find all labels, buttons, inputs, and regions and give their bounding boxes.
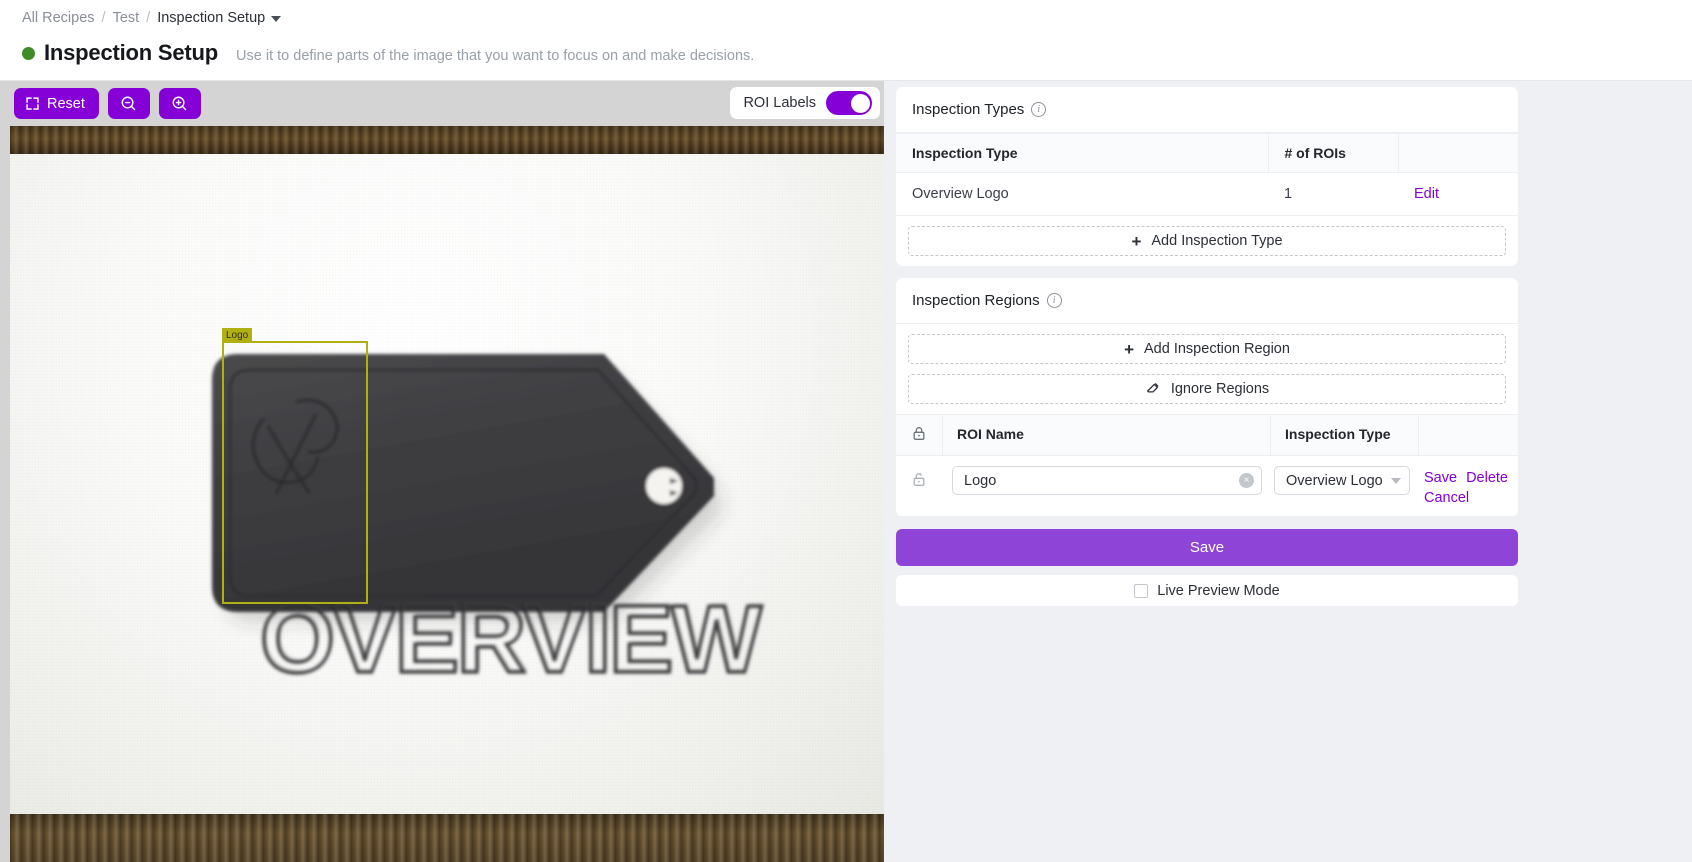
save-button[interactable]: Save bbox=[896, 529, 1518, 566]
roi-save-link[interactable]: Save bbox=[1424, 470, 1457, 486]
page-header: All Recipes / Test / Inspection Setup In… bbox=[0, 0, 1692, 81]
cell-inspection-type: Overview Logo bbox=[896, 173, 1268, 216]
cell-num-rois: 1 bbox=[1268, 173, 1398, 216]
roi-delete-link[interactable]: Delete bbox=[1466, 470, 1508, 486]
page-title-row: Inspection Setup Use it to define parts … bbox=[0, 26, 1692, 66]
roi-type-select-wrap: Overview Logo bbox=[1274, 466, 1410, 495]
live-preview-mode-toggle[interactable]: Live Preview Mode bbox=[896, 575, 1518, 606]
add-inspection-region-label: Add Inspection Region bbox=[1144, 341, 1290, 357]
cell-actions: Edit bbox=[1398, 173, 1518, 216]
image-viewer: Reset bbox=[0, 81, 884, 862]
add-inspection-type-button[interactable]: + Add Inspection Type bbox=[908, 226, 1506, 256]
lock-icon bbox=[912, 426, 926, 444]
column-header-roi-inspection-type: Inspection Type bbox=[1270, 415, 1418, 455]
roi-table-header: ROI Name Inspection Type bbox=[896, 414, 1518, 456]
info-icon[interactable]: i bbox=[1047, 293, 1062, 308]
inspection-types-header: Inspection Types i bbox=[896, 87, 1518, 133]
breadcrumb-item-inspection-setup[interactable]: Inspection Setup bbox=[157, 10, 281, 26]
live-preview-checkbox[interactable] bbox=[1134, 584, 1148, 598]
roi-table-row: × Overview Logo Save Delete Cancel bbox=[896, 456, 1518, 517]
plus-icon: + bbox=[1124, 341, 1134, 358]
inspection-types-title: Inspection Types bbox=[912, 101, 1024, 118]
page-subtitle: Use it to define parts of the image that… bbox=[236, 48, 754, 64]
column-header-roi-actions bbox=[1418, 415, 1518, 455]
inspection-types-table: Inspection Type # of ROIs Overview Logo … bbox=[896, 133, 1518, 216]
roi-labels-switch[interactable] bbox=[826, 91, 872, 115]
clear-icon[interactable]: × bbox=[1239, 473, 1254, 488]
column-header-inspection-type: Inspection Type bbox=[896, 134, 1268, 173]
table-header-row: Inspection Type # of ROIs bbox=[896, 134, 1518, 173]
info-icon[interactable]: i bbox=[1031, 102, 1046, 117]
column-header-lock bbox=[896, 415, 942, 455]
roi-bounding-box[interactable]: Logo bbox=[222, 341, 368, 604]
inspection-regions-title: Inspection Regions bbox=[912, 292, 1040, 309]
switch-knob bbox=[851, 94, 870, 113]
page-title-wrap: Inspection Setup bbox=[22, 40, 218, 66]
roi-cancel-link[interactable]: Cancel bbox=[1424, 490, 1469, 506]
inspection-regions-card: Inspection Regions i + Add Inspection Re… bbox=[896, 278, 1518, 517]
add-inspection-type-label: Add Inspection Type bbox=[1151, 233, 1282, 249]
roi-inspection-type-select[interactable]: Overview Logo bbox=[1274, 466, 1410, 495]
roi-inspection-type-value: Overview Logo bbox=[1286, 473, 1383, 489]
viewer-tool-group: Reset bbox=[14, 88, 201, 119]
side-panel: Inspection Types i Inspection Type # of … bbox=[884, 81, 1692, 862]
roi-lock-toggle[interactable] bbox=[896, 466, 942, 492]
roi-name-input-wrap: × bbox=[952, 466, 1262, 495]
roi-inspection-type-cell: Overview Logo bbox=[1270, 466, 1418, 495]
inspection-types-card: Inspection Types i Inspection Type # of … bbox=[896, 87, 1518, 266]
column-header-actions bbox=[1398, 134, 1518, 173]
ignore-regions-button[interactable]: Ignore Regions bbox=[908, 374, 1506, 404]
zoom-in-icon bbox=[171, 95, 188, 112]
plus-icon: + bbox=[1131, 233, 1141, 250]
keychain-tag-image: OVERVIEW OVERVIEW bbox=[10, 126, 884, 862]
live-preview-label: Live Preview Mode bbox=[1157, 583, 1280, 599]
zoom-out-button[interactable] bbox=[108, 88, 150, 119]
inspection-regions-header: Inspection Regions i bbox=[896, 278, 1518, 324]
breadcrumb: All Recipes / Test / Inspection Setup bbox=[0, 0, 1692, 26]
roi-name-input[interactable] bbox=[952, 466, 1262, 495]
status-dot-icon bbox=[22, 47, 35, 60]
roi-box-label: Logo bbox=[222, 328, 252, 343]
ignore-regions-label: Ignore Regions bbox=[1171, 381, 1269, 397]
inspection-image-canvas[interactable]: OVERVIEW OVERVIEW Logo bbox=[10, 126, 884, 862]
roi-name-cell: × bbox=[942, 466, 1270, 495]
reset-button[interactable]: Reset bbox=[14, 88, 99, 119]
reset-label: Reset bbox=[47, 96, 85, 112]
breadcrumb-current-label: Inspection Setup bbox=[157, 10, 265, 26]
reset-icon bbox=[25, 96, 40, 111]
viewer-toolbar: Reset bbox=[0, 81, 884, 126]
unlock-icon bbox=[912, 472, 926, 492]
table-row[interactable]: Overview Logo 1 Edit bbox=[896, 173, 1518, 216]
roi-labels-toggle-panel: ROI Labels bbox=[730, 87, 880, 119]
zoom-in-button[interactable] bbox=[159, 88, 201, 119]
breadcrumb-separator: / bbox=[146, 10, 150, 26]
eraser-icon bbox=[1145, 379, 1161, 399]
add-inspection-region-button[interactable]: + Add Inspection Region bbox=[908, 334, 1506, 364]
page-body: Reset bbox=[0, 81, 1692, 862]
column-header-num-rois: # of ROIs bbox=[1268, 134, 1398, 173]
breadcrumb-item-test[interactable]: Test bbox=[113, 10, 140, 26]
breadcrumb-item-all-recipes[interactable]: All Recipes bbox=[22, 10, 95, 26]
roi-labels-label: ROI Labels bbox=[743, 95, 816, 111]
column-header-roi-name: ROI Name bbox=[942, 415, 1270, 455]
edit-inspection-type-link[interactable]: Edit bbox=[1414, 186, 1439, 202]
page-title: Inspection Setup bbox=[44, 40, 218, 66]
breadcrumb-separator: / bbox=[102, 10, 106, 26]
chevron-down-icon[interactable] bbox=[271, 16, 281, 22]
roi-actions-cell: Save Delete Cancel bbox=[1418, 466, 1518, 506]
zoom-out-icon bbox=[120, 95, 137, 112]
chevron-down-icon[interactable] bbox=[1391, 478, 1401, 484]
